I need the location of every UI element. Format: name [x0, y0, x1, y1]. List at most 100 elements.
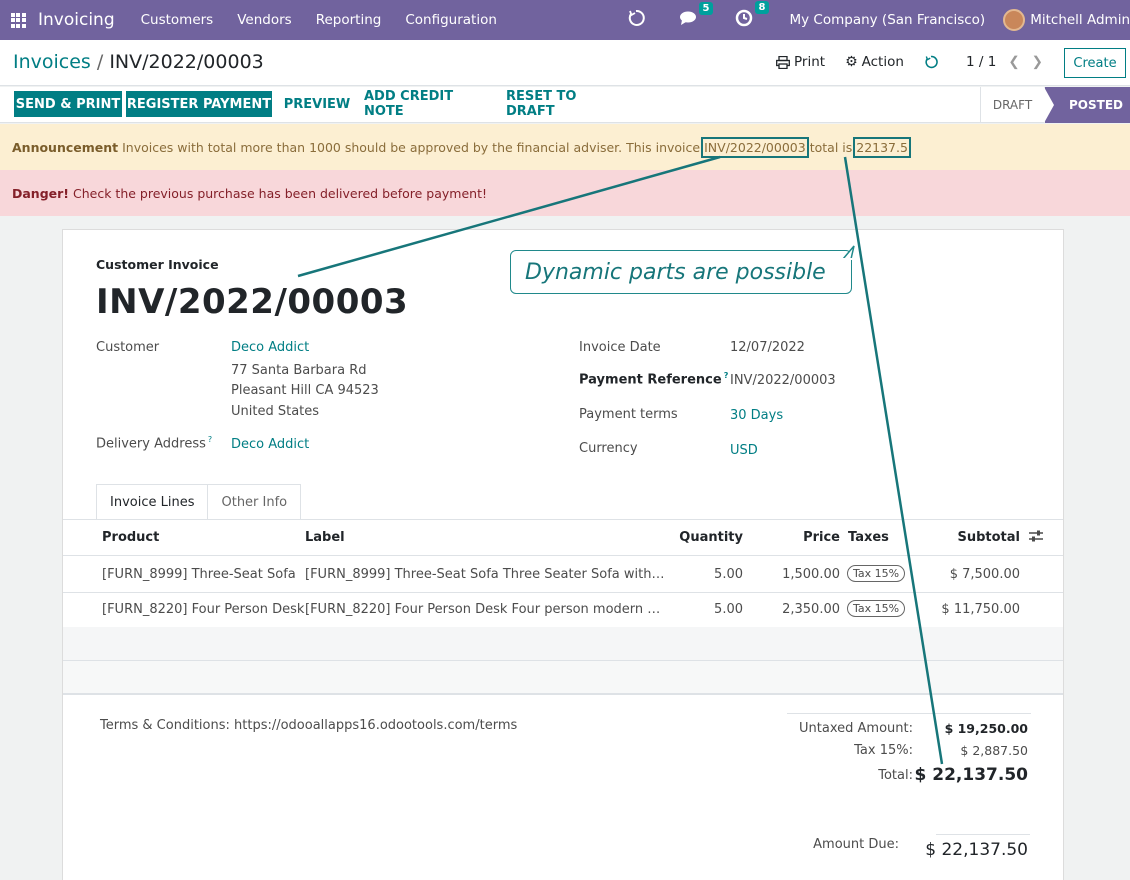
danger-text: Check the previous purchase has been del…: [73, 185, 487, 201]
untaxed-amount-label: Untaxed Amount:: [799, 721, 913, 736]
messages-count-badge: 5: [698, 2, 714, 15]
table-row[interactable]: [FURN_8999] Three-Seat Sofa [FURN_8999] …: [63, 557, 1063, 593]
announcement-alert: Announcement Invoices with total more th…: [0, 124, 1130, 170]
lines-footer-divider: [63, 693, 1063, 695]
amount-due-value: $ 22,137.50: [925, 840, 1028, 860]
menu-vendors[interactable]: Vendors: [225, 12, 303, 28]
announcement-title: Announcement: [12, 139, 119, 155]
menu-configuration[interactable]: Configuration: [393, 12, 509, 28]
announcement-total: 22137.5: [853, 136, 911, 158]
apps-menu-icon[interactable]: [2, 0, 34, 40]
column-taxes[interactable]: Taxes: [848, 530, 889, 545]
column-label[interactable]: Label: [305, 530, 345, 545]
create-button[interactable]: Create: [1064, 48, 1126, 78]
line-quantity: 5.00: [714, 602, 743, 617]
customer-label: Customer: [96, 340, 160, 355]
empty-row: [63, 627, 1063, 661]
messages-icon[interactable]: 5: [679, 2, 714, 30]
menu-reporting[interactable]: Reporting: [304, 12, 394, 28]
notebook-tabs: Invoice Lines Other Info: [96, 484, 302, 520]
user-avatar[interactable]: [1003, 9, 1026, 31]
delivery-address-field[interactable]: Deco Addict: [231, 437, 309, 452]
callout-pointer: [842, 245, 855, 260]
line-product: [FURN_8220] Four Person Desk: [102, 602, 305, 617]
payment-reference-label-text: Payment Reference: [579, 372, 722, 388]
tax-badge: Tax 15%: [847, 565, 906, 582]
annotation-callout: Dynamic parts are possible: [510, 250, 852, 294]
delivery-address-label: Delivery Address?: [96, 435, 212, 451]
announcement-invoice-ref: INV/2022/00003: [701, 136, 809, 158]
action-button[interactable]: ⚙ Action: [845, 54, 904, 70]
danger-title: Danger!: [12, 185, 70, 201]
print-label: Print: [794, 54, 826, 70]
print-button[interactable]: Print: [776, 54, 825, 70]
customer-field[interactable]: Deco Addict: [231, 340, 309, 355]
status-bar: SEND & PRINT REGISTER PAYMENT PREVIEW AD…: [0, 87, 1130, 123]
action-label: Action: [861, 54, 904, 70]
add-credit-note-button[interactable]: ADD CREDIT NOTE: [364, 89, 496, 119]
line-quantity: 5.00: [714, 567, 743, 582]
invoice-date-field[interactable]: 12/07/2022: [730, 340, 805, 355]
breadcrumb: Invoices / INV/2022/00003: [13, 51, 264, 73]
table-row[interactable]: [FURN_8220] Four Person Desk [FURN_8220]…: [63, 592, 1063, 628]
line-subtotal: $ 11,750.00: [941, 602, 1020, 617]
column-quantity[interactable]: Quantity: [663, 530, 743, 545]
optional-columns-toggle-icon[interactable]: [1029, 530, 1043, 546]
payment-terms-label: Payment terms: [579, 407, 678, 422]
tab-invoice-lines[interactable]: Invoice Lines: [96, 484, 209, 520]
preview-button[interactable]: PREVIEW: [282, 91, 352, 117]
tab-other-info[interactable]: Other Info: [208, 484, 302, 520]
line-price: 2,350.00: [782, 602, 840, 617]
reset-to-draft-button[interactable]: RESET TO DRAFT: [506, 89, 628, 119]
tax-value: $ 2,887.50: [960, 743, 1028, 758]
customer-address-line2: Pleasant Hill CA 94523: [231, 383, 379, 398]
breadcrumb-invoices[interactable]: Invoices: [13, 51, 91, 73]
gear-icon: ⚙: [845, 54, 858, 70]
pager-value[interactable]: 1 / 1: [966, 54, 996, 70]
app-name[interactable]: Invoicing: [38, 10, 115, 30]
invoice-number-title: INV/2022/00003: [96, 282, 409, 322]
currency-field[interactable]: USD: [730, 443, 758, 458]
payment-reference-label: Payment Reference?: [579, 371, 728, 387]
invoice-lines-header: Product Label Quantity Price Taxes Subto…: [63, 520, 1063, 556]
debug-icon[interactable]: [627, 9, 646, 31]
announcement-text: Invoices with total more than 1000 shoul…: [122, 139, 701, 155]
user-menu[interactable]: Mitchell Admin: [1030, 12, 1130, 28]
total-label: Total:: [878, 768, 913, 783]
totals-top-border: [787, 713, 1031, 714]
invoice-form-sheet: Customer Invoice INV/2022/00003 Customer…: [62, 229, 1064, 880]
column-product[interactable]: Product: [102, 530, 159, 545]
refresh-icon[interactable]: [924, 55, 938, 69]
line-subtotal: $ 7,500.00: [949, 567, 1020, 582]
state-draft[interactable]: DRAFT: [980, 87, 1044, 123]
activities-icon[interactable]: 8: [735, 1, 770, 31]
total-value: $ 22,137.50: [914, 765, 1028, 785]
pager-next-icon[interactable]: ❯: [1032, 54, 1043, 70]
pager: 1 / 1 ❮ ❯: [966, 54, 1043, 70]
terms-and-conditions[interactable]: Terms & Conditions: https://odooallapps1…: [100, 718, 517, 733]
payment-terms-field[interactable]: 30 Days: [730, 408, 783, 423]
register-payment-button[interactable]: REGISTER PAYMENT: [126, 91, 272, 117]
document-type-label: Customer Invoice: [96, 257, 219, 272]
breadcrumb-separator: /: [96, 51, 104, 73]
help-icon[interactable]: ?: [208, 435, 212, 444]
column-price[interactable]: Price: [763, 530, 840, 545]
state-posted[interactable]: POSTED: [1044, 87, 1130, 123]
help-icon[interactable]: ?: [724, 371, 729, 380]
menu-customers[interactable]: Customers: [129, 12, 226, 28]
state-selector: DRAFT POSTED: [980, 87, 1130, 123]
invoice-date-label: Invoice Date: [579, 340, 661, 355]
activities-count-badge: 8: [754, 1, 770, 14]
company-switcher[interactable]: My Company (San Francisco): [789, 12, 985, 28]
payment-reference-field[interactable]: INV/2022/00003: [730, 373, 836, 388]
announcement-text-middle: total is: [809, 139, 853, 155]
tax-badge: Tax 15%: [847, 600, 906, 617]
amount-due-label: Amount Due:: [813, 837, 899, 852]
customer-address-line1: 77 Santa Barbara Rd: [231, 363, 367, 378]
pager-previous-icon[interactable]: ❮: [1008, 54, 1019, 70]
customer-address-line3: United States: [231, 404, 320, 419]
send-print-button[interactable]: SEND & PRINT: [14, 91, 122, 117]
empty-row: [63, 661, 1063, 695]
column-subtotal[interactable]: Subtotal: [933, 530, 1020, 545]
amount-due-border: [936, 834, 1030, 835]
